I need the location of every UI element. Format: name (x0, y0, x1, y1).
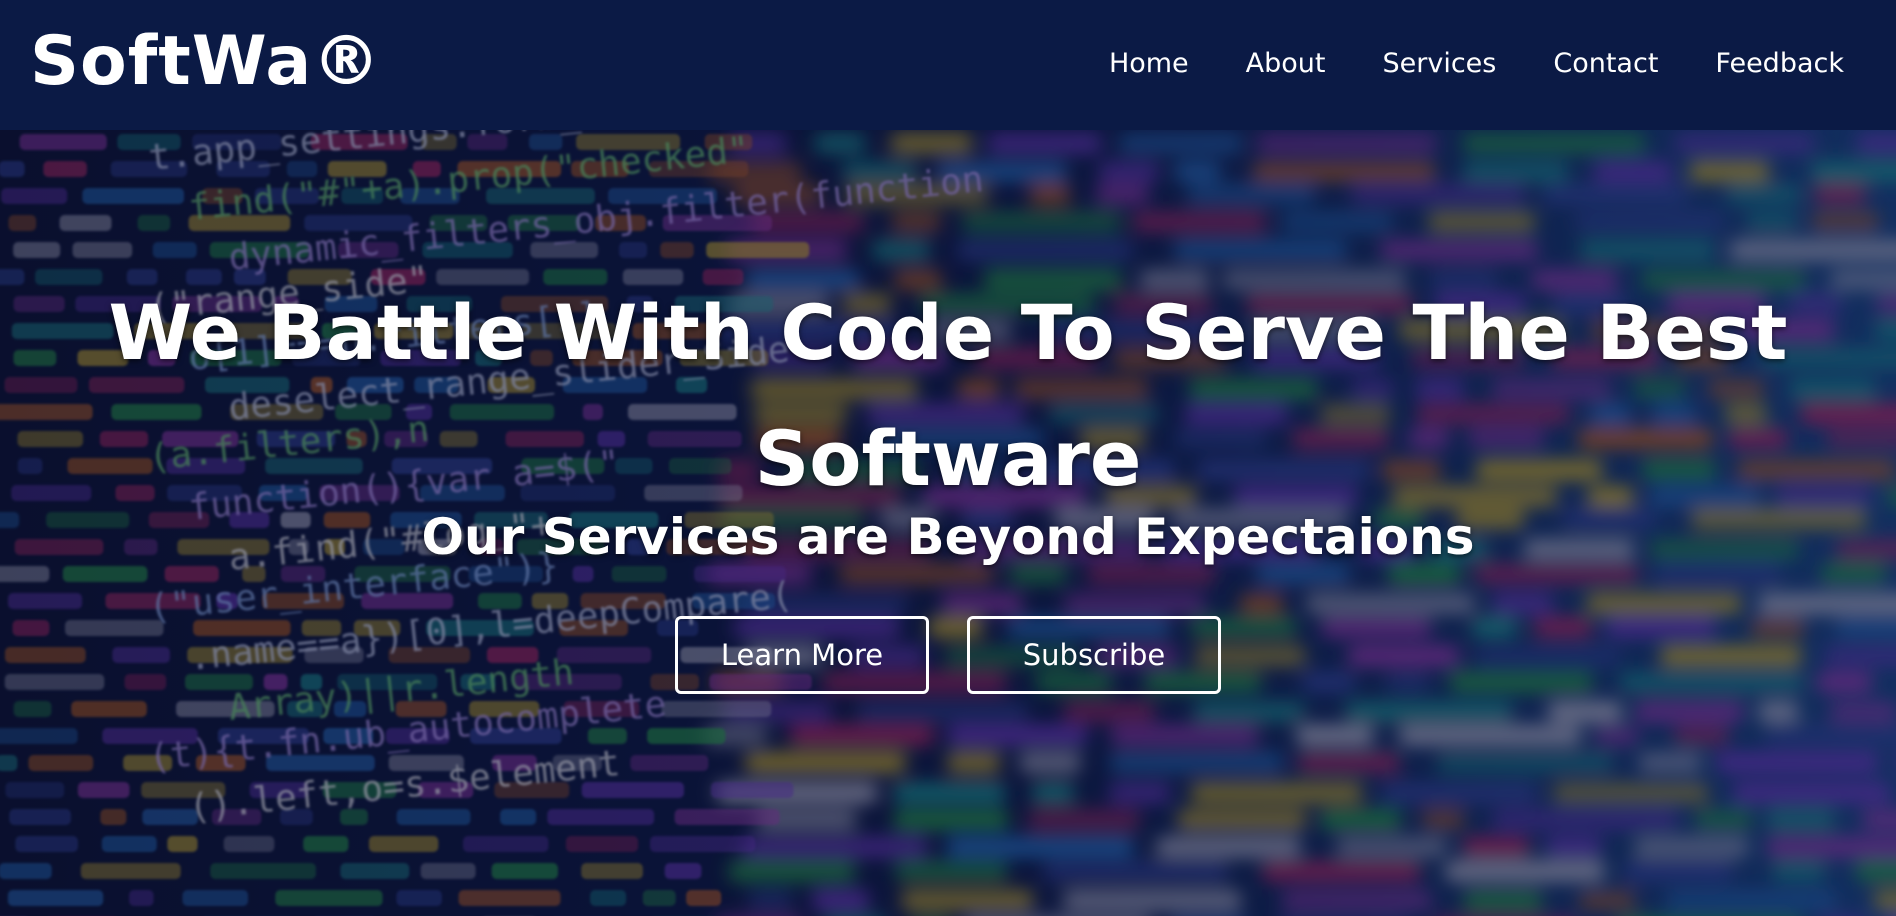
nav-link-about[interactable]: About (1246, 48, 1326, 79)
nav-link-feedback[interactable]: Feedback (1715, 48, 1844, 79)
brand-logo[interactable]: SoftWa® (30, 18, 381, 106)
hero-content: We Battle With Code To Serve The Best So… (0, 130, 1896, 916)
navbar: SoftWa® Home About Services Contact Feed… (0, 0, 1896, 130)
hero-headline: We Battle With Code To Serve The Best So… (0, 270, 1896, 522)
hero-button-group: Learn More Subscribe (0, 616, 1896, 694)
nav-link-contact[interactable]: Contact (1553, 48, 1658, 79)
hero-subheadline: Our Services are Beyond Expectaions (421, 508, 1475, 566)
learn-more-button[interactable]: Learn More (675, 616, 929, 694)
hero-headline-text: We Battle With Code To Serve The Best So… (108, 288, 1788, 503)
nav-link-home[interactable]: Home (1109, 48, 1189, 79)
nav-menu: Home About Services Contact Feedback (1109, 0, 1844, 126)
nav-link-services[interactable]: Services (1383, 48, 1497, 79)
hero-section: t.app_settings.form_el).find("#"+a).prop… (0, 130, 1896, 916)
subscribe-button[interactable]: Subscribe (967, 616, 1221, 694)
